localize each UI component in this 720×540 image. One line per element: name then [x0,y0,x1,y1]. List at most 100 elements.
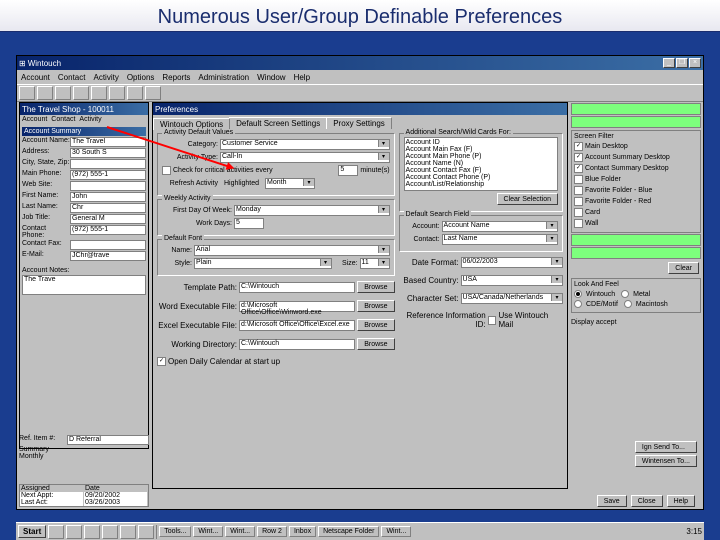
task-button[interactable]: Netscape Folder [318,526,379,537]
addl-item[interactable]: Account/List/Relationship [406,181,556,188]
help-button[interactable]: Help [667,495,695,507]
filter-checkbox[interactable]: ✓ [574,142,583,151]
addl-item[interactable]: Account Main Fax (F) [406,146,556,153]
menu-help[interactable]: Help [294,73,310,82]
toolbar-btn[interactable] [19,86,35,100]
ref-item-value[interactable]: D Referral [67,435,149,445]
refresh-select[interactable]: Month [265,178,315,189]
wintensen-button[interactable]: Wintensen To... [635,455,697,467]
workdir-input[interactable]: C:\Wintouch [239,339,355,350]
maximize-button[interactable]: ❐ [676,58,688,68]
acct-menu[interactable]: Activity [79,116,101,123]
task-button[interactable]: Row 2 [257,526,287,537]
dow-select[interactable]: Monday [234,205,390,216]
addl-item[interactable]: Account Name (N) [406,160,556,167]
clear-selection-button[interactable]: Clear Selection [497,193,558,205]
filter-checkbox[interactable] [574,219,583,228]
quicklaunch-icon[interactable] [84,525,100,539]
save-button[interactable]: Save [597,495,627,507]
type-select[interactable]: Call-In [220,152,390,163]
look-radio[interactable] [574,290,582,298]
close-dialog-button[interactable]: Close [631,495,663,507]
check-critical-checkbox[interactable] [162,166,171,175]
addl-item[interactable]: Account Main Phone (P) [406,153,556,160]
summary-value[interactable] [70,181,146,191]
summary-value[interactable]: JChr@trave [70,251,146,261]
days-input[interactable]: 5 [234,218,264,229]
clear-button[interactable]: Clear [668,262,699,274]
green-row[interactable] [571,103,701,115]
quicklaunch-icon[interactable] [66,525,82,539]
browse-button[interactable]: Browse [357,319,394,331]
quicklaunch-icon[interactable] [102,525,118,539]
look-radio[interactable] [624,300,632,308]
category-select[interactable]: Customer Service [220,139,390,150]
summary-value[interactable]: John [70,192,146,202]
task-button[interactable]: Wint... [381,526,411,537]
toolbar-btn[interactable] [109,86,125,100]
open-daily-checkbox[interactable]: ✓ [157,357,166,366]
font-size-select[interactable]: 11 [360,258,390,269]
quicklaunch-icon[interactable] [120,525,136,539]
summary-value[interactable] [70,240,146,250]
browse-button[interactable]: Browse [357,338,394,350]
font-name-select[interactable]: Arial [194,245,390,256]
summary-value[interactable]: (972) 555-1 [70,225,146,235]
menu-account[interactable]: Account [21,73,50,82]
quicklaunch-icon[interactable] [48,525,64,539]
acct-menu[interactable]: Account [22,116,47,123]
green-row[interactable] [571,234,701,246]
minimize-button[interactable]: _ [663,58,675,68]
green-row[interactable] [571,116,701,128]
look-radio[interactable] [621,290,629,298]
toolbar-btn[interactable] [145,86,161,100]
summary-value[interactable]: Chr [70,203,146,213]
menu-window[interactable]: Window [257,73,285,82]
summary-value[interactable]: The Travel [70,137,146,147]
menu-options[interactable]: Options [127,73,155,82]
tab-proxy[interactable]: Proxy Settings [326,117,392,129]
quicklaunch-icon[interactable] [138,525,154,539]
addl-item[interactable]: Account Contact Phone (P) [406,174,556,181]
use-wintouch-checkbox[interactable] [488,316,497,325]
addl-listbox[interactable]: Account IDAccount Main Fax (F)Account Ma… [404,137,558,191]
green-row[interactable] [571,247,701,259]
task-button[interactable]: Tools... [159,526,191,537]
menu-activity[interactable]: Activity [93,73,118,82]
toolbar-btn[interactable] [73,86,89,100]
summary-value[interactable] [70,159,146,169]
dateformat-select[interactable]: 06/02/2003 [461,257,563,268]
task-button[interactable]: Wint... [193,526,223,537]
toolbar-btn[interactable] [127,86,143,100]
summary-value[interactable]: General M [70,214,146,224]
font-style-select[interactable]: Plain [194,258,332,269]
country-select[interactable]: USA [461,275,563,286]
word-input[interactable]: d:\Microsoft Office\Office\Winword.exe [239,301,355,312]
ign-send-button[interactable]: Ign Send To... [635,441,697,453]
toolbar-btn[interactable] [37,86,53,100]
toolbar-btn[interactable] [91,86,107,100]
look-radio[interactable] [574,300,582,308]
filter-checkbox[interactable]: ✓ [574,153,583,162]
check-minutes-input[interactable]: 5 [338,165,358,176]
notes-value[interactable]: The Trave [22,275,146,295]
menu-contact[interactable]: Contact [58,73,86,82]
filter-checkbox[interactable] [574,175,583,184]
addl-item[interactable]: Account Contact Fax (F) [406,167,556,174]
menu-reports[interactable]: Reports [162,73,190,82]
acct-menu[interactable]: Contact [51,116,75,123]
task-button[interactable]: Wint... [225,526,255,537]
task-button[interactable]: Inbox [289,526,316,537]
addl-item[interactable]: Account ID [406,139,556,146]
filter-checkbox[interactable]: ✓ [574,164,583,173]
excel-input[interactable]: d:\Microsoft Office\Office\Excel.exe [239,320,355,331]
filter-checkbox[interactable] [574,186,583,195]
filter-checkbox[interactable] [574,197,583,206]
browse-button[interactable]: Browse [357,281,394,293]
start-button[interactable]: Start [18,525,46,538]
summary-value[interactable]: (972) 555-1 [70,170,146,180]
toolbar-btn[interactable] [55,86,71,100]
summary-value[interactable]: 30 South S [70,148,146,158]
menu-admin[interactable]: Administration [198,73,249,82]
filter-checkbox[interactable] [574,208,583,217]
